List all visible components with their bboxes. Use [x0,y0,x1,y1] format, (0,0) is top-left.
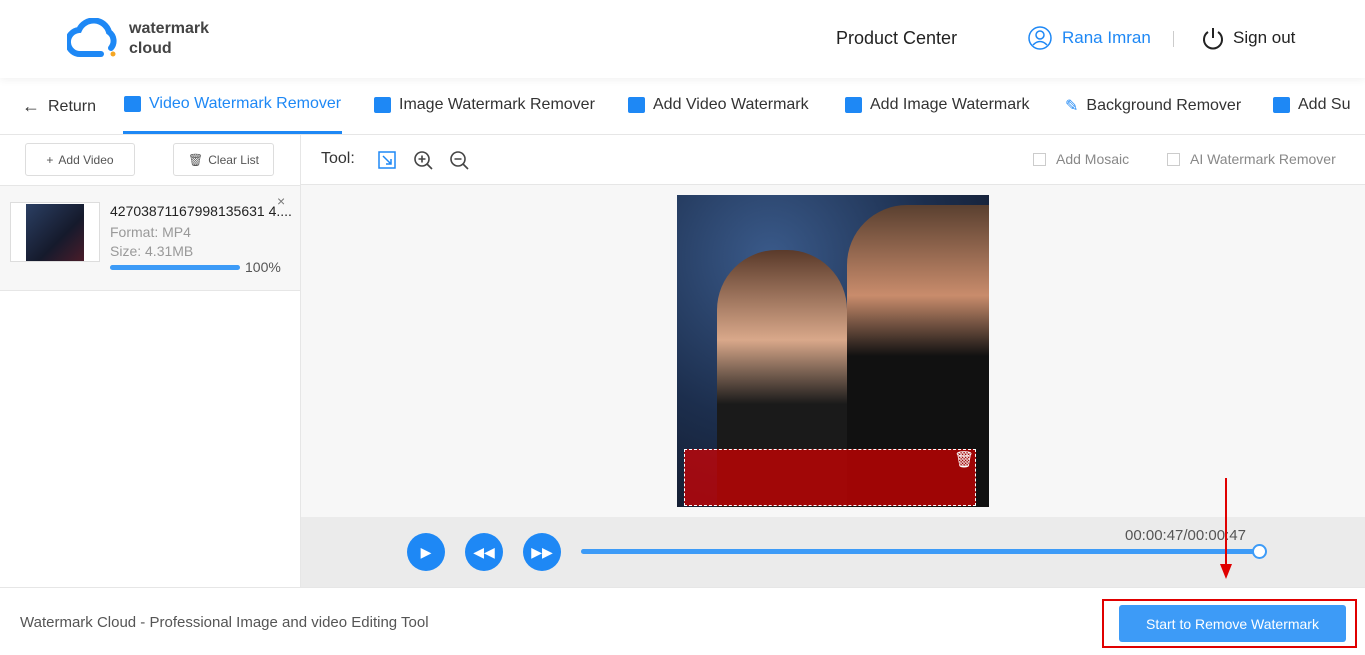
tab-label: Image Watermark Remover [399,96,595,113]
logo-text-1: watermark [129,20,210,37]
sign-out-button[interactable]: Sign out [1202,26,1295,50]
image-icon [845,97,862,113]
tagline: Watermark Cloud - Professional Image and… [20,614,429,631]
video-preview[interactable]: 🗑 [677,195,989,507]
magic-wand-icon: ✎ [1065,98,1079,115]
remove-file-icon[interactable]: × [277,193,285,209]
tab-label: Video Watermark Remover [149,95,342,112]
logo-text-2: cloud [129,40,172,57]
annotation-arrow [1220,478,1232,579]
tab-video-watermark-remover[interactable]: Video Watermark Remover [124,95,341,113]
video-icon [124,96,141,112]
video-icon [628,97,645,113]
clear-list-button[interactable]: 🗑 Clear List [173,143,274,176]
user-menu[interactable]: Rana Imran [1028,26,1151,50]
tab-label: Add Image Watermark [870,96,1030,113]
progress-text: 100% [245,259,281,275]
file-size: Size: 4.31MB [110,243,194,259]
video-icon [1273,97,1290,113]
tool-label: Tool: [321,150,355,167]
tool-nav: ← Return Video Watermark Remover Image Wa… [0,78,1365,135]
tab-add-subtitle[interactable]: Add Su [1273,96,1350,114]
tab-add-image-watermark[interactable]: Add Image Watermark [845,96,1029,114]
seek-bar[interactable] [581,549,1259,554]
file-name: 42703871167998135631 4.... [110,203,292,219]
arrow-left-icon: ← [22,96,40,116]
return-button[interactable]: ← Return [22,96,96,117]
tab-background-remover[interactable]: ✎ Background Remover [1065,96,1241,116]
user-name: Rana Imran [1062,28,1151,47]
add-mosaic-checkbox[interactable]: Add Mosaic [1033,151,1129,167]
file-format: Format: MP4 [110,224,191,240]
trash-icon: 🗑 [188,152,204,167]
file-list-panel: + Add Video 🗑 Clear List 42703871167998135… [0,135,301,587]
watermark-selection-box[interactable] [684,449,976,506]
sign-out-label: Sign out [1233,28,1296,47]
fast-forward-button[interactable]: ▶▶ [523,533,561,571]
add-video-label: Add Video [58,152,114,167]
active-tab-indicator [123,131,342,134]
tab-label: Add Video Watermark [653,96,809,113]
divider [1173,31,1174,47]
return-label: Return [48,97,97,115]
delete-selection-icon[interactable]: 🗑 [954,450,974,470]
preview-stage: 🗑 [301,185,1365,517]
seek-handle[interactable] [1252,544,1267,559]
add-video-button[interactable]: + Add Video [25,143,135,176]
footer: Watermark Cloud - Professional Image and… [0,587,1365,655]
image-icon [374,97,391,113]
logo[interactable]: watermark cloud [67,18,209,60]
power-icon [1203,28,1223,50]
play-button[interactable]: ▶ [407,533,445,571]
product-center-link[interactable]: Product Center [836,28,957,49]
file-item[interactable]: 42703871167998135631 4.... × Format: MP4… [0,185,300,291]
progress-bar [110,265,240,270]
tab-label: Add Su [1298,96,1351,113]
tab-label: Background Remover [1086,97,1242,114]
header: watermark cloud Product Center Rana Imran… [0,0,1365,78]
toolbar: Tool: Add Mosaic AI Watermark Remover [301,135,1365,185]
zoom-in-icon[interactable] [413,150,433,170]
plus-icon: + [46,152,54,167]
cloud-logo-icon [67,18,117,58]
start-remove-watermark-button[interactable]: Start to Remove Watermark [1119,605,1346,642]
tab-add-video-watermark[interactable]: Add Video Watermark [628,96,809,114]
rewind-button[interactable]: ◀◀ [465,533,503,571]
zoom-out-icon[interactable] [449,150,469,170]
tab-image-watermark-remover[interactable]: Image Watermark Remover [374,96,595,114]
clear-list-label: Clear List [208,152,259,167]
select-area-icon[interactable] [377,150,397,170]
player-controls: ▶ ◀◀ ▶▶ 00:00:47/00:00:47 [301,517,1365,587]
user-icon [1028,26,1052,50]
video-thumbnail [10,202,100,262]
ai-watermark-remover-checkbox[interactable]: AI Watermark Remover [1167,151,1336,167]
